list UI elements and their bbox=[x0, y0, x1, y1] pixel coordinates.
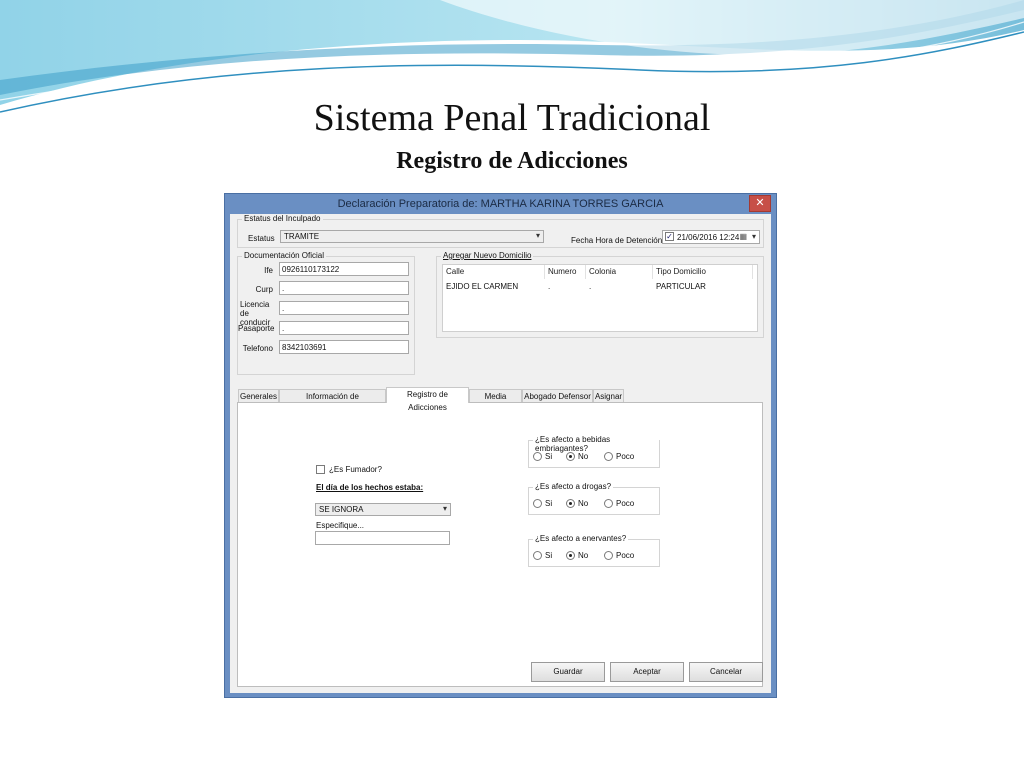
enervantes-no-radio[interactable] bbox=[566, 551, 575, 560]
enervantes-poco-label: Poco bbox=[616, 551, 635, 560]
window-title: Declaración Preparatoria de: MARTHA KARI… bbox=[337, 198, 664, 210]
dia-hechos-select[interactable]: SE IGNORA ▾ bbox=[315, 503, 451, 516]
bebidas-poco-label: Poco bbox=[616, 452, 635, 461]
chevron-down-icon: ▾ bbox=[442, 504, 447, 513]
tab-asignar[interactable]: Asignar bbox=[593, 389, 624, 402]
window-client-area: Estatus del Inculpado Estatus TRAMITE ▾ … bbox=[230, 214, 771, 693]
agregar-domicilio-link[interactable]: Agregar Nuevo Domicilio bbox=[441, 251, 534, 260]
dia-hechos-value: SE IGNORA bbox=[319, 505, 364, 514]
telefono-field[interactable]: 8342103691 bbox=[279, 340, 409, 354]
pasaporte-field[interactable]: . bbox=[279, 321, 409, 335]
enervantes-caption: ¿Es afecto a enervantes? bbox=[533, 534, 629, 543]
enervantes-poco-radio[interactable] bbox=[604, 551, 613, 560]
fecha-detencion-label: Fecha Hora de Detención bbox=[571, 236, 663, 245]
tab-generales[interactable]: Generales bbox=[238, 389, 279, 402]
chevron-down-icon[interactable]: ▾ bbox=[752, 231, 756, 242]
drogas-poco-radio[interactable] bbox=[604, 499, 613, 508]
ife-label: Ife bbox=[264, 266, 273, 275]
col-header-calle[interactable]: Calle bbox=[443, 265, 545, 279]
especifique-field[interactable] bbox=[315, 531, 450, 545]
estatus-select[interactable]: TRAMITE ▾ bbox=[280, 230, 544, 243]
cell-numero: . bbox=[548, 282, 551, 291]
cancelar-button[interactable]: Cancelar bbox=[689, 662, 763, 682]
col-header-tipo-domicilio[interactable]: Tipo Domicilio bbox=[653, 265, 753, 279]
drogas-si-radio[interactable] bbox=[533, 499, 542, 508]
cell-calle: EJIDO EL CARMEN bbox=[446, 282, 519, 291]
calendar-icon[interactable]: ▦ bbox=[739, 231, 747, 242]
bebidas-poco-radio[interactable] bbox=[604, 452, 613, 461]
curp-label: Curp bbox=[255, 285, 273, 294]
cell-colonia: . bbox=[589, 282, 592, 291]
fumador-label: ¿Es Fumador? bbox=[329, 465, 382, 474]
estatus-label: Estatus bbox=[248, 234, 275, 243]
guardar-button[interactable]: Guardar bbox=[531, 662, 605, 682]
bebidas-group: ¿Es afecto a bebidas embriagantes? Si No… bbox=[528, 435, 660, 468]
enervantes-si-radio[interactable] bbox=[533, 551, 542, 560]
domicilio-table: Calle Numero Colonia Tipo Domicilio EJID… bbox=[442, 264, 758, 332]
pasaporte-label: Pasaporte bbox=[238, 324, 275, 333]
estatus-group-caption: Estatus del Inculpado bbox=[242, 214, 323, 223]
curp-field[interactable]: . bbox=[279, 281, 409, 295]
drogas-poco-label: Poco bbox=[616, 499, 635, 508]
slide-subtitle: Registro de Adicciones bbox=[396, 148, 628, 174]
drogas-group: ¿Es afecto a drogas? Si No Poco bbox=[528, 482, 660, 515]
slide-title: Sistema Penal Tradicional bbox=[313, 97, 711, 139]
tab-media-filiacion[interactable]: Media Filiación bbox=[469, 389, 522, 414]
tab-registro-adicciones[interactable]: Registro de Adicciones bbox=[386, 387, 469, 412]
fumador-checkbox[interactable] bbox=[316, 465, 325, 474]
enervantes-group: ¿Es afecto a enervantes? Si No Poco bbox=[528, 534, 660, 567]
fecha-detencion-picker[interactable]: ✓ 21/06/2016 12:24 ▦ ▾ bbox=[662, 230, 760, 244]
registro-adicciones-panel: ¿Es Fumador? El día de los hechos estaba… bbox=[237, 402, 763, 687]
bebidas-no-radio[interactable] bbox=[566, 452, 575, 461]
bebidas-no-label: No bbox=[578, 452, 589, 461]
drogas-no-radio[interactable] bbox=[566, 499, 575, 508]
table-row[interactable]: EJIDO EL CARMEN . . PARTICULAR bbox=[443, 279, 757, 293]
drogas-si-label: Si bbox=[545, 499, 553, 508]
estatus-value: TRAMITE bbox=[284, 232, 320, 241]
col-header-colonia[interactable]: Colonia bbox=[586, 265, 653, 279]
enervantes-no-label: No bbox=[578, 551, 589, 560]
documentacion-group-caption: Documentación Oficial bbox=[242, 251, 327, 260]
tab-abogado-defensor[interactable]: Abogado Defensor bbox=[522, 389, 593, 402]
dia-hechos-label: El día de los hechos estaba: bbox=[316, 483, 424, 492]
ife-field[interactable]: 0926110173122 bbox=[279, 262, 409, 276]
licencia-field[interactable]: . bbox=[279, 301, 409, 315]
tab-informacion-comparecencia[interactable]: Información de Comparecencia bbox=[279, 389, 386, 414]
drogas-no-label: No bbox=[578, 499, 589, 508]
fecha-detencion-value: 21/06/2016 12:24 bbox=[677, 233, 740, 242]
especifique-label: Especifique... bbox=[316, 521, 365, 530]
chevron-down-icon: ▾ bbox=[535, 231, 540, 240]
close-icon[interactable]: ✕ bbox=[749, 195, 771, 212]
licencia-label: Licencia de conducir bbox=[240, 300, 271, 327]
cell-tipo-domicilio: PARTICULAR bbox=[656, 282, 706, 291]
telefono-label: Telefono bbox=[242, 344, 273, 353]
bebidas-si-radio[interactable] bbox=[533, 452, 542, 461]
bebidas-caption: ¿Es afecto a bebidas embriagantes? bbox=[533, 435, 659, 453]
col-header-numero[interactable]: Numero bbox=[545, 265, 586, 279]
fecha-detencion-checkbox[interactable]: ✓ bbox=[665, 232, 674, 241]
bebidas-si-label: Si bbox=[545, 452, 553, 461]
enervantes-si-label: Si bbox=[545, 551, 553, 560]
aceptar-button[interactable]: Aceptar bbox=[610, 662, 684, 682]
drogas-caption: ¿Es afecto a drogas? bbox=[533, 482, 614, 491]
declaracion-window: Declaración Preparatoria de: MARTHA KARI… bbox=[224, 193, 777, 698]
